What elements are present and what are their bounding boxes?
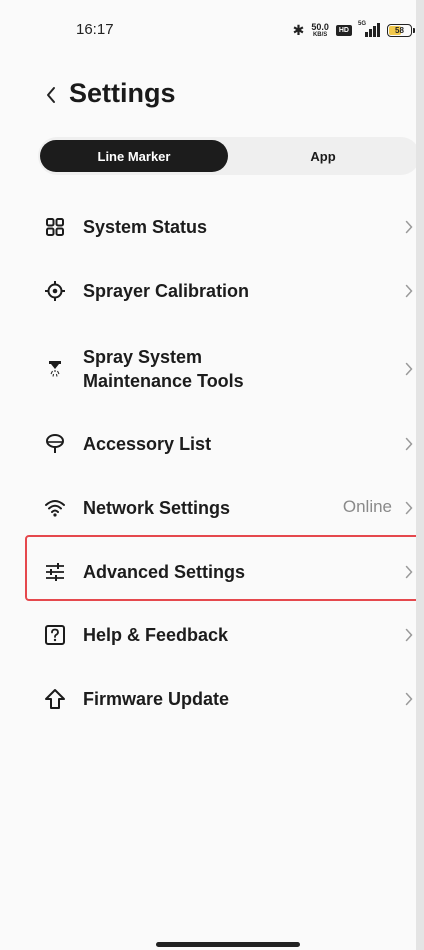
wifi-icon [44, 497, 66, 519]
segmented-control: Line Marker App [38, 137, 420, 175]
chevron-right-icon [402, 690, 416, 708]
chevron-right-icon [402, 218, 416, 236]
signal-bar [369, 29, 372, 37]
menu-item-spray-system-maintenance[interactable]: Spray System Maintenance Tools [0, 342, 424, 396]
spray-nozzle-icon [44, 358, 66, 380]
battery-icon: 58 [387, 23, 415, 37]
menu-item-advanced-settings[interactable]: Advanced Settings [0, 557, 424, 587]
chevron-right-icon [402, 499, 416, 517]
signal-bar [365, 32, 368, 37]
settings-screen: 16:17 ✱ 50.0 KB/S HD 5G 58 Settings Line… [0, 0, 424, 950]
chevron-right-icon [402, 563, 416, 581]
upload-arrow-icon [44, 688, 66, 710]
network-speed-unit: KB/S [312, 31, 328, 38]
menu-item-system-status[interactable]: System Status [0, 212, 424, 242]
sliders-icon [44, 561, 66, 583]
battery-level: 58 [395, 25, 404, 35]
menu-item-label: Accessory List [83, 434, 212, 454]
crosshair-icon [44, 280, 66, 302]
menu-item-accessory-list[interactable]: Accessory List [0, 429, 424, 459]
status-icons: ✱ 50.0 KB/S HD 5G 58 [292, 20, 415, 40]
menu-item-label: Help & Feedback [83, 625, 229, 645]
menu-item-sprayer-calibration[interactable]: Sprayer Calibration [0, 276, 424, 306]
status-bar: 16:17 ✱ 50.0 KB/S HD 5G 58 [0, 0, 416, 60]
chevron-left-icon[interactable] [40, 84, 62, 106]
help-icon [44, 624, 66, 646]
signal-bar [377, 23, 380, 37]
signal-bar [373, 26, 376, 37]
accessory-icon [44, 433, 66, 455]
chevron-right-icon [402, 435, 416, 453]
menu-item-label-line2: Maintenance Tools [83, 371, 244, 391]
chevron-right-icon [402, 626, 416, 644]
network-type: 5G [358, 21, 367, 27]
menu-item-label: Firmware Update [83, 689, 230, 709]
bluetooth-icon: ✱ [292, 21, 305, 38]
network-speed: 50.0 KB/S [311, 21, 329, 38]
chevron-right-icon [402, 360, 416, 378]
menu-item-label: Advanced Settings [83, 562, 246, 582]
page-title: Settings [69, 78, 176, 108]
network-status: Online [342, 497, 392, 516]
tab-line-marker[interactable]: Line Marker [40, 140, 228, 172]
signal-icon: 5G [358, 21, 380, 37]
menu-item-label: Sprayer Calibration [83, 281, 250, 301]
menu-item-network-settings[interactable]: Network Settings Online [0, 493, 424, 523]
grid-icon [44, 216, 66, 238]
hd-icon: HD [335, 24, 352, 36]
menu-item-help-feedback[interactable]: Help & Feedback [0, 620, 424, 650]
home-indicator[interactable] [156, 942, 300, 947]
tab-app[interactable]: App [228, 140, 418, 172]
chevron-right-icon [402, 282, 416, 300]
menu-item-label: System Status [83, 217, 208, 237]
network-speed-value: 50.0 [311, 21, 329, 32]
edge-strip [416, 0, 424, 950]
menu-item-label: Network Settings [83, 498, 231, 518]
status-time: 16:17 [76, 21, 114, 38]
menu-item-label-line1: Spray System [83, 347, 203, 367]
menu-item-firmware-update[interactable]: Firmware Update [0, 684, 424, 714]
